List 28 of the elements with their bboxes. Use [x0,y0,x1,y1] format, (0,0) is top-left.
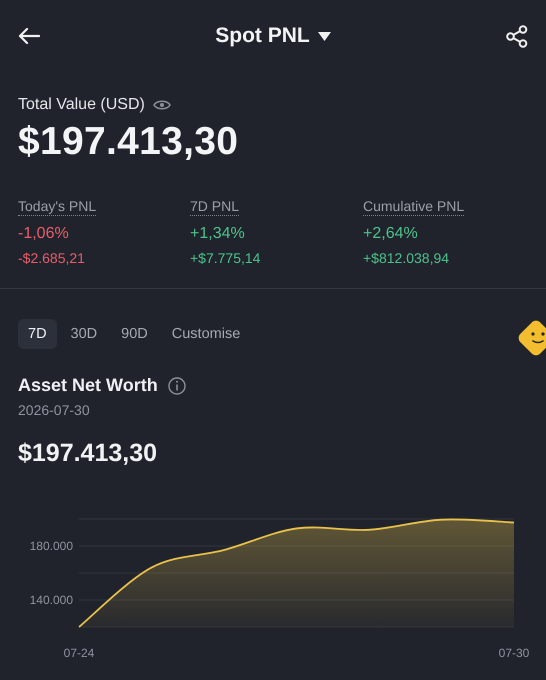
pnl-label[interactable]: Cumulative PNL [363,198,464,216]
y-axis-label: 140.000 [30,593,73,607]
net-worth-amount: $197.413,30 [17,438,158,468]
back-arrow-icon[interactable] [18,27,40,45]
x-axis-label: 07-24 [64,646,94,660]
range-tab[interactable]: 90D [111,319,158,349]
pnl-percent: +2,64% [363,225,418,243]
pnl-label[interactable]: Today's PNL [18,198,96,216]
x-axis-label: 07-30 [498,646,530,660]
range-tab[interactable]: 7D [18,319,57,349]
share-icon[interactable] [506,24,528,48]
pnl-amount: -$2.685,21 [18,250,85,266]
range-tab[interactable]: 30D [60,319,108,349]
total-value-amount: $197.413,30 [18,120,240,164]
pnl-percent: -1,06% [18,225,69,243]
pnl-percent: +1,34% [190,225,245,243]
y-axis-label: 180.000 [30,539,73,553]
section-title: Asset Net Worth [18,375,158,396]
pnl-amount: +$812.038,94 [363,250,450,266]
caret-icon [318,32,331,40]
date-label: 2026-07-30 [17,401,91,418]
title-dropdown[interactable]: Spot PNL [215,24,331,48]
range-tab[interactable]: Customise [162,319,250,349]
pnl-amount: +$7.775,14 [190,250,260,266]
info-icon[interactable] [168,376,186,394]
eye-icon[interactable] [152,99,171,111]
pnl-label[interactable]: 7D PNL [190,198,240,216]
total-value-label: Total Value (USD) [18,96,145,114]
